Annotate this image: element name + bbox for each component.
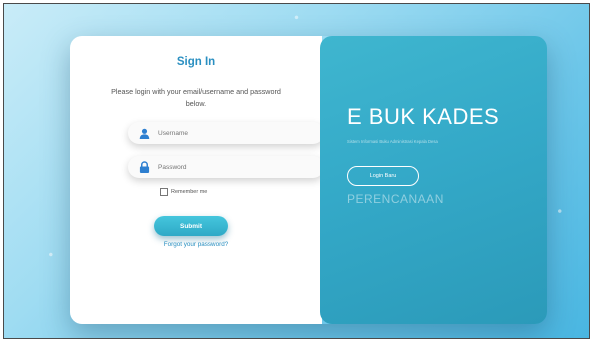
forgot-password-link[interactable]: Forgot your password? [70, 241, 322, 248]
login-card: Sign In Please login with your email/use… [70, 36, 547, 324]
username-field[interactable] [128, 122, 324, 144]
user-icon [138, 127, 150, 139]
username-input[interactable] [158, 129, 298, 137]
remember-me-label: Remember me [171, 189, 208, 195]
password-field[interactable] [128, 156, 324, 178]
page-background: Sign In Please login with your email/use… [3, 3, 590, 339]
login-instructions: Please login with your email/username an… [111, 87, 281, 108]
lock-icon [138, 161, 150, 173]
checkbox-box[interactable] [160, 188, 168, 196]
hero-panel: E BUK KADES Sistem Informasi Buku Admini… [320, 36, 547, 324]
page-title: Sign In [176, 56, 216, 68]
password-input[interactable] [158, 163, 298, 171]
brand-title: E BUK KADES [347, 104, 500, 129]
remember-me-checkbox[interactable]: Remember me [160, 188, 207, 196]
hero-button[interactable]: Login Baru [347, 166, 419, 186]
brand-tagline: Sistem Informasi Buku Administrasi Kepal… [347, 139, 438, 144]
login-panel: Sign In Please login with your email/use… [70, 36, 324, 324]
section-label: PERENCANAAN [347, 192, 444, 206]
submit-button[interactable]: Submit [154, 216, 228, 236]
